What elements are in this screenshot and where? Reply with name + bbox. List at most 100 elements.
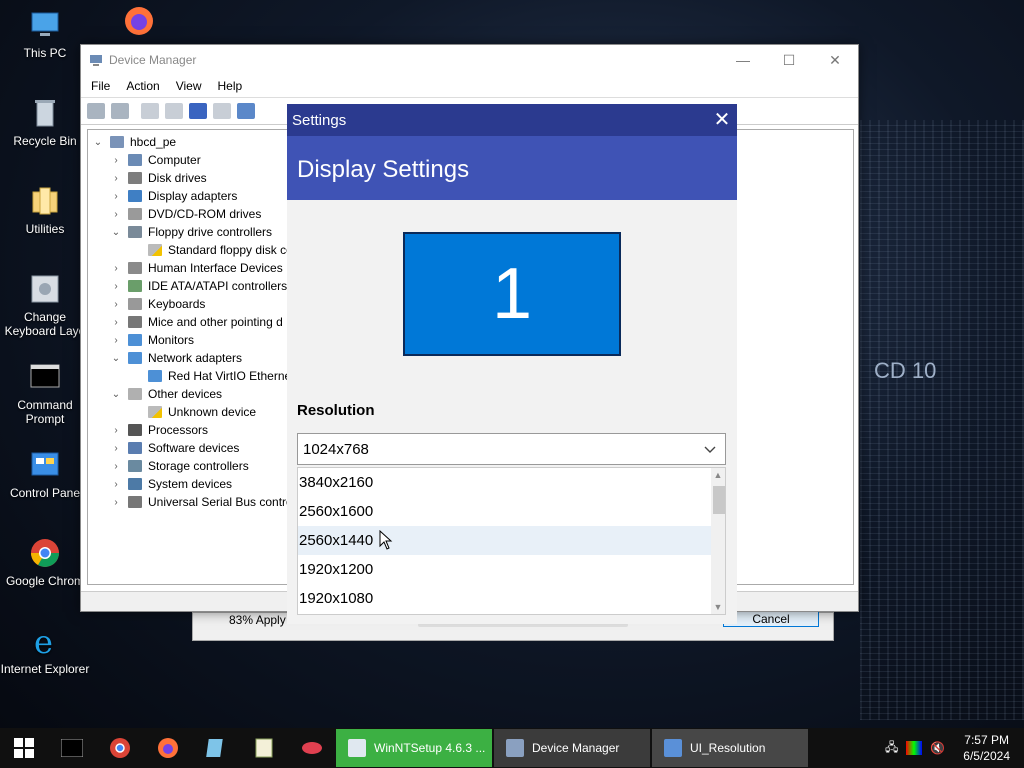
expand-icon[interactable]: › [110,299,122,310]
desktop-icon-change-keyboard-layout[interactable]: Change Keyboard Layo [0,272,90,338]
taskbar-app-3[interactable] [288,728,336,768]
tree-item-label: Storage controllers [148,459,249,473]
taskbar-app-1[interactable] [192,728,240,768]
scroll-thumb[interactable] [713,486,725,514]
taskbar-chrome[interactable] [96,728,144,768]
close-button[interactable]: ✕ [812,52,858,69]
update-driver-icon[interactable] [165,103,183,119]
terminal-icon [30,364,60,388]
volume-muted-icon[interactable]: 🔇 [930,741,945,755]
resolution-option[interactable]: 1920x1080 [298,584,711,613]
expand-icon[interactable]: › [110,479,122,490]
network-icon[interactable]: 🖧 [885,738,898,759]
tree-item-label: Processors [148,423,209,437]
back-icon[interactable] [87,103,105,119]
device-icon [128,262,142,274]
internet-explorer-icon: e [34,624,53,658]
device-warning-icon [148,244,162,256]
menu-file[interactable]: File [91,79,110,93]
device-icon [128,334,142,346]
forward-icon[interactable] [111,103,129,119]
device-icon [128,208,142,220]
windows-logo-icon [14,738,34,758]
device-icon [148,370,162,382]
settings-title: Settings [292,111,347,129]
expand-icon[interactable]: › [110,317,122,328]
cancel-button[interactable]: Cancel [723,611,819,627]
taskbar-task-ui-resolution[interactable]: UI_Resolution [652,729,808,767]
taskbar-task-winntsetup[interactable]: WinNTSetup 4.6.3 ... [336,729,492,767]
expand-icon[interactable]: › [110,191,122,202]
start-button[interactable] [0,728,48,768]
taskbar-command-prompt[interactable] [48,728,96,768]
collapse-icon[interactable]: ⌄ [110,353,122,364]
collapse-icon[interactable]: ⌄ [110,227,122,238]
desktop-icon-internet-explorer[interactable]: e Internet Explorer [0,624,90,676]
progress-label: 83% Apply [229,613,286,627]
clock[interactable]: 7:57 PM 6/5/2024 [963,732,1010,764]
expand-icon[interactable]: › [110,263,122,274]
scroll-down-icon[interactable]: ▼ [711,600,725,614]
expand-icon[interactable]: › [110,461,122,472]
scan-hardware-icon[interactable] [237,103,255,119]
color-display-icon[interactable] [906,741,923,755]
minimize-button[interactable]: — [720,52,766,69]
expand-icon[interactable]: › [110,443,122,454]
menu-action[interactable]: Action [126,79,159,93]
expand-icon[interactable]: › [110,173,122,184]
resolution-option[interactable]: 2560x1600 [298,497,711,526]
view-icon[interactable] [213,103,231,119]
settings-dialog: Settings ✕ Display Settings 1 Resolution… [287,104,737,624]
collapse-icon[interactable]: ⌄ [110,389,122,400]
dropdown-scrollbar[interactable]: ▲ ▼ [711,468,725,614]
help-icon[interactable] [189,103,207,119]
desktop-icon-label: Utilities [25,222,65,236]
resolution-option[interactable]: 3840x2160 [298,468,711,497]
device-icon [128,226,142,238]
resolution-option[interactable]: 2560x1440 [298,526,711,555]
taskbar-firefox[interactable] [144,728,192,768]
desktop-icon-label: Recycle Bin [13,134,77,148]
tree-item-label: Software devices [148,441,240,455]
folder-icon [32,187,58,215]
computer-icon [31,12,59,36]
desktop-icon-label: Command Prompt [17,398,73,426]
desktop-icon-firefox[interactable] [94,4,184,42]
resolution-option[interactable]: 1920x1200 [298,555,711,584]
taskbar-task-device-manager[interactable]: Device Manager [494,729,650,767]
tree-item-label: DVD/CD-ROM drives [148,207,262,221]
tree-item-label: IDE ATA/ATAPI controllers [148,279,288,293]
desktop-icon-this-pc[interactable]: This PC [0,8,90,60]
wallpaper-text: CD 10 [874,358,937,383]
expand-icon[interactable]: › [110,155,122,166]
desktop-icon-command-prompt[interactable]: Command Prompt [0,360,90,426]
scroll-up-icon[interactable]: ▲ [711,468,725,482]
device-icon [128,190,142,202]
desktop-icon-utilities[interactable]: Utilities [0,184,90,236]
device-icon [128,172,142,184]
desktop-icon-control-panel[interactable]: Control Pane [0,448,90,500]
expand-icon[interactable]: › [110,335,122,346]
desktop-icon-recycle-bin[interactable]: Recycle Bin [0,96,90,148]
desktop-icon-label: Internet Explorer [0,662,90,676]
maximize-button[interactable]: ☐ [766,52,812,69]
resolution-select[interactable]: 1024x768 [297,433,726,465]
chevron-down-icon [704,446,716,453]
properties-icon[interactable] [141,103,159,119]
menu-help[interactable]: Help [218,79,243,93]
settings-title-bar: Settings ✕ [287,104,737,136]
device-manager-icon [506,739,524,757]
expand-icon[interactable]: › [110,281,122,292]
desktop-icon-google-chrome[interactable]: Google Chrom [0,536,90,588]
monitor-preview[interactable]: 1 [403,232,621,356]
expand-icon[interactable]: › [110,497,122,508]
close-button[interactable]: ✕ [707,104,737,136]
expand-icon[interactable]: › [110,209,122,220]
taskbar-app-2[interactable] [240,728,288,768]
tree-item-label: Monitors [148,333,195,347]
tree-item-label: Disk drives [148,171,207,185]
device-icon [128,298,142,310]
collapse-icon[interactable]: ⌄ [92,137,104,148]
expand-icon[interactable]: › [110,425,122,436]
menu-view[interactable]: View [176,79,202,93]
